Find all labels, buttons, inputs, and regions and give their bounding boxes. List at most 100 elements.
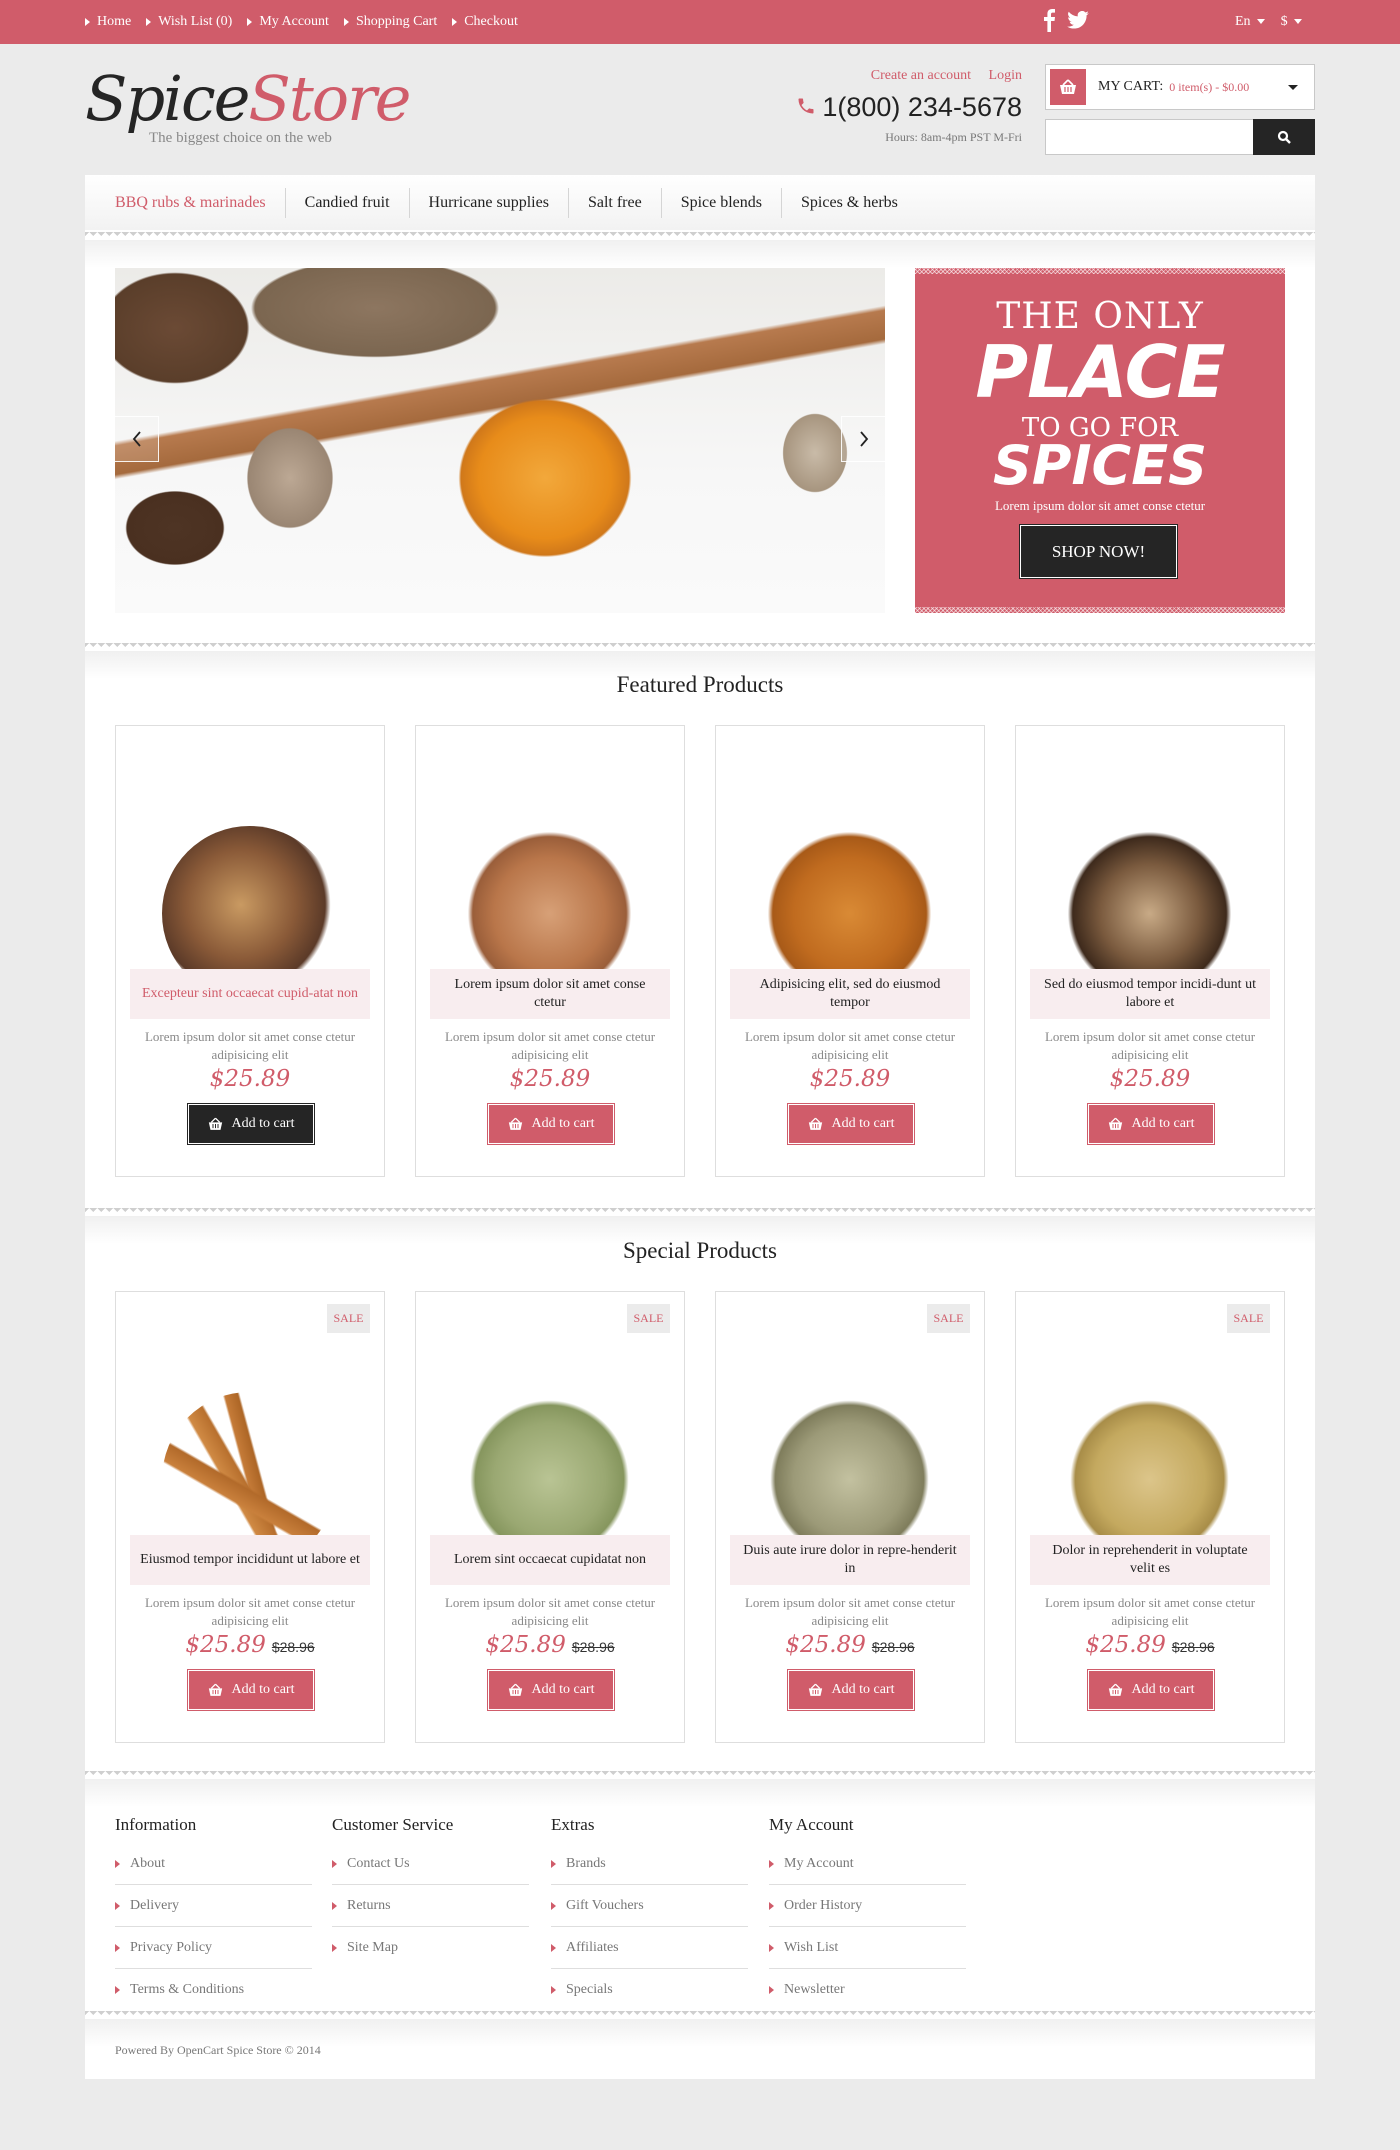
add-to-cart-button[interactable]: Add to cart	[1087, 1103, 1215, 1145]
price-current: $25.89	[785, 1632, 866, 1658]
top-bar: Home Wish List (0) My Account Shopping C…	[0, 0, 1400, 44]
currency-dropdown[interactable]: $	[1281, 14, 1302, 30]
special-title: Special Products	[623, 1238, 777, 1263]
footer-link[interactable]: Wish List	[769, 1927, 966, 1969]
product-name[interactable]: Lorem ipsum dolor sit amet conse ctetur	[430, 969, 670, 1019]
add-to-cart-button[interactable]: Add to cart	[187, 1103, 315, 1145]
nav-item-hurricane-supplies[interactable]: Hurricane supplies	[408, 187, 568, 218]
product-price: $25.89	[716, 1066, 984, 1092]
product-name[interactable]: Duis aute irure dolor in repre-henderit …	[730, 1535, 970, 1585]
product-description: Lorem ipsum dolor sit amet conse ctetur …	[444, 1595, 656, 1628]
price-current: $25.89	[1109, 1066, 1191, 1092]
footer-link[interactable]: Order History	[769, 1885, 966, 1927]
top-link-home[interactable]: Home	[85, 14, 131, 30]
top-link-account[interactable]: My Account	[247, 14, 329, 30]
footer-link[interactable]: Specials	[551, 1969, 748, 2011]
promo-banner: THE ONLY PLACE TO GO FOR SPICES Lorem ip…	[915, 268, 1285, 613]
nav-item-bbq-rubs[interactable]: BBQ rubs & marinades	[99, 188, 285, 218]
add-to-cart-button[interactable]: Add to cart	[787, 1669, 915, 1711]
footer-link[interactable]: Terms & Conditions	[115, 1969, 312, 2011]
price-old: $28.96	[571, 1639, 615, 1655]
product-price: $25.89	[116, 1066, 384, 1092]
footer-link[interactable]: About	[115, 1843, 312, 1885]
logo-wordmark: SpiceStore	[85, 62, 411, 135]
sale-badge: SALE	[1227, 1304, 1270, 1333]
shop-now-button[interactable]: SHOP NOW!	[1019, 524, 1178, 579]
price-current: $25.89	[809, 1066, 891, 1092]
arrow-right-icon	[769, 1859, 774, 1868]
facebook-icon[interactable]	[1043, 8, 1055, 36]
footer-link[interactable]: Site Map	[332, 1927, 529, 1969]
nav-item-spice-blends[interactable]: Spice blends	[660, 187, 781, 218]
footer-link[interactable]: Privacy Policy	[115, 1927, 312, 1969]
footer-heading: Customer Service	[332, 1815, 454, 1834]
basket-icon	[1050, 69, 1086, 105]
arrow-right-icon	[332, 1859, 337, 1868]
arrow-right-icon	[343, 18, 349, 26]
language-dropdown[interactable]: En	[1235, 14, 1265, 30]
footer-link[interactable]: Newsletter	[769, 1969, 966, 2011]
price-current: $25.89	[185, 1632, 266, 1658]
top-link-checkout[interactable]: Checkout	[452, 14, 518, 30]
divider-shade	[85, 240, 1315, 268]
price-current: $25.89	[1085, 1632, 1166, 1658]
product-price: $25.89	[416, 1066, 684, 1092]
product-name[interactable]: Eiusmod tempor incididunt ut labore et	[130, 1535, 370, 1585]
arrow-right-icon	[769, 1901, 774, 1910]
top-link-wishlist[interactable]: Wish List (0)	[146, 14, 232, 30]
arrow-right-icon	[247, 18, 253, 26]
cart-dropdown[interactable]: MY CART: 0 item(s) - $0.00	[1045, 64, 1315, 110]
add-to-cart-button[interactable]: Add to cart	[787, 1103, 915, 1145]
product-name[interactable]: Lorem sint occaecat cupidatat non	[430, 1535, 670, 1585]
footer-link[interactable]: Returns	[332, 1885, 529, 1927]
footer-link[interactable]: Contact Us	[332, 1843, 529, 1885]
arrow-right-icon	[115, 1986, 120, 1994]
social-links	[1043, 8, 1089, 36]
divider	[85, 1208, 1315, 1216]
nav-item-candied-fruit[interactable]: Candied fruit	[284, 187, 409, 218]
caret-down-icon	[1288, 85, 1298, 90]
footer-link[interactable]: Affiliates	[551, 1927, 748, 1969]
hero-slider[interactable]	[115, 268, 885, 613]
product-description: Lorem ipsum dolor sit amet conse ctetur …	[144, 1595, 356, 1628]
login-link[interactable]: Login	[989, 68, 1022, 83]
nav-item-salt-free[interactable]: Salt free	[567, 187, 661, 218]
add-to-cart-button[interactable]: Add to cart	[187, 1669, 315, 1711]
sale-badge: SALE	[327, 1304, 370, 1333]
search-input[interactable]	[1045, 119, 1253, 155]
business-hours: Hours: 8am-4pm PST M-Fri	[885, 130, 1022, 144]
footer-link[interactable]: Gift Vouchers	[551, 1885, 748, 1927]
cart-label: MY CART:	[1098, 79, 1164, 94]
price-current: $25.89	[209, 1066, 291, 1092]
locale-selectors: En $	[1235, 0, 1302, 44]
logo[interactable]: SpiceStore The biggest choice on the web	[85, 62, 411, 152]
product-name[interactable]: Excepteur sint occaecat cupid-atat non	[130, 969, 370, 1019]
top-link-cart[interactable]: Shopping Cart	[343, 14, 437, 30]
sale-badge: SALE	[927, 1304, 970, 1333]
nav-item-spices-herbs[interactable]: Spices & herbs	[781, 187, 917, 218]
footer-link[interactable]: Brands	[551, 1843, 748, 1885]
footer-link[interactable]: My Account	[769, 1843, 966, 1885]
divider	[85, 232, 1315, 240]
slider-prev-button[interactable]	[115, 416, 159, 462]
product-card: SALE Eiusmod tempor incididunt ut labore …	[115, 1291, 385, 1743]
add-to-cart-button[interactable]: Add to cart	[487, 1669, 615, 1711]
phone-number: 1(800) 234-5678	[822, 92, 1022, 122]
product-name[interactable]: Adipisicing elit, sed do eiusmod tempor	[730, 969, 970, 1019]
arrow-right-icon	[115, 1859, 120, 1868]
product-price: $25.89 $28.96	[116, 1632, 384, 1658]
footer-link[interactable]: Delivery	[115, 1885, 312, 1927]
divider	[85, 643, 1315, 651]
add-to-cart-button[interactable]: Add to cart	[487, 1103, 615, 1145]
logo-tagline: The biggest choice on the web	[149, 130, 332, 146]
add-to-cart-button[interactable]: Add to cart	[1087, 1669, 1215, 1711]
twitter-icon[interactable]	[1067, 10, 1089, 33]
product-name[interactable]: Sed do eiusmod tempor incidi-dunt ut lab…	[1030, 969, 1270, 1019]
search-button[interactable]	[1253, 119, 1315, 155]
product-name[interactable]: Dolor in reprehenderit in voluptate veli…	[1030, 1535, 1270, 1585]
footer-column: My Account My Account Order History Wish Li…	[769, 1815, 966, 2011]
slider-next-button[interactable]	[841, 416, 885, 462]
footer-heading: Information	[115, 1815, 197, 1834]
create-account-link[interactable]: Create an account	[871, 68, 971, 83]
sale-badge: SALE	[627, 1304, 670, 1333]
